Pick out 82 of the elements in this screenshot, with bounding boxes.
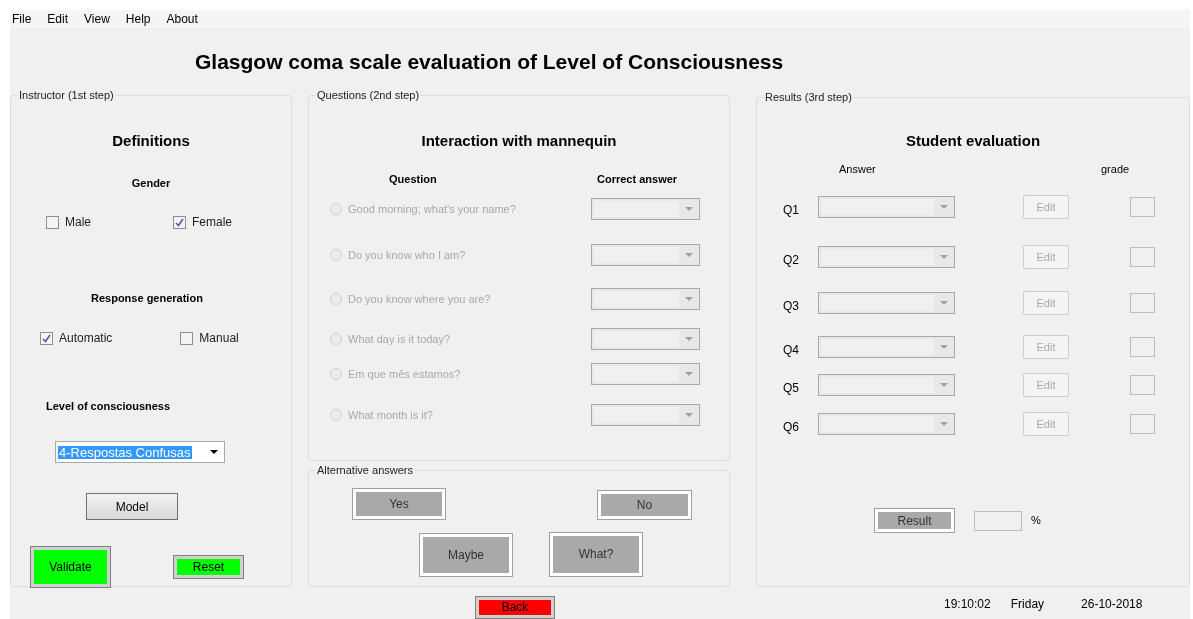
dropdown[interactable]	[818, 196, 955, 218]
question-text: Good morning; what's your name?	[348, 201, 517, 217]
question-label: Q3	[783, 298, 800, 315]
dropdown[interactable]	[818, 413, 955, 435]
checkbox[interactable]	[180, 331, 194, 345]
question-text: Do you know who I am?	[348, 247, 467, 263]
dropdown[interactable]: 4-Respostas Confusas	[55, 441, 225, 463]
dropdown[interactable]	[818, 374, 955, 396]
menu-item[interactable]: Help	[125, 10, 151, 28]
grade-field[interactable]	[1130, 293, 1155, 313]
time-label: 19:10:02	[944, 596, 991, 613]
caret-icon	[685, 253, 693, 257]
question-label: Q6	[783, 419, 800, 436]
column-header: Correct answer	[597, 171, 678, 187]
grade-field[interactable]	[1130, 247, 1155, 267]
question-text: What day is it today?	[348, 331, 452, 347]
caret-icon	[685, 413, 693, 417]
caret-icon	[940, 383, 948, 387]
result-field[interactable]	[974, 510, 1022, 531]
caret-icon	[940, 205, 948, 209]
question-text: Do you know where you are?	[348, 291, 492, 307]
answer-button[interactable]: No	[598, 490, 691, 519]
validate-button[interactable]: Validate	[31, 547, 110, 587]
caret-icon	[940, 345, 948, 349]
menu-item[interactable]: About	[166, 10, 198, 28]
caret-icon	[685, 207, 693, 211]
menu-item[interactable]: Edit	[47, 10, 69, 28]
checkbox[interactable]	[173, 215, 186, 229]
menu-item[interactable]: File	[12, 10, 32, 28]
date-label: 26-10-2018	[1081, 596, 1143, 613]
caret-icon	[210, 450, 218, 454]
column-header: grade	[1101, 161, 1130, 177]
column-header: Answer	[839, 161, 877, 177]
field-label: Response generation	[91, 292, 203, 304]
question-label: Q2	[783, 252, 800, 269]
menu-item[interactable]: View	[84, 10, 110, 28]
result-button[interactable]: Result	[875, 509, 954, 532]
dropdown[interactable]	[818, 292, 955, 314]
answer-button[interactable]: What?	[550, 532, 642, 576]
reset-button[interactable]: Reset	[174, 556, 243, 578]
answer-button[interactable]: Yes	[353, 488, 445, 519]
question-label: Q4	[783, 342, 800, 359]
dropdown[interactable]	[818, 246, 955, 268]
dropdown[interactable]	[591, 328, 700, 350]
grade-field[interactable]	[1130, 197, 1155, 217]
day-label: Friday	[1010, 596, 1045, 613]
field-label: Level of consciousness	[46, 400, 171, 412]
dropdown[interactable]	[591, 363, 700, 385]
grade-field[interactable]	[1130, 375, 1155, 395]
caret-icon	[685, 337, 693, 341]
checkbox-label: Male	[65, 214, 91, 231]
caret-icon	[940, 255, 948, 259]
question-label: Q5	[783, 380, 800, 397]
caret-icon	[685, 372, 693, 376]
dropdown[interactable]	[591, 288, 700, 310]
question-label: Q1	[783, 202, 800, 219]
caret-icon	[685, 297, 693, 301]
back-button[interactable]: Back	[476, 596, 554, 618]
dropdown[interactable]	[591, 198, 700, 220]
checkbox-label: Manual	[199, 330, 239, 347]
section-heading: Student evaluation	[905, 131, 1041, 151]
dropdown[interactable]	[818, 336, 955, 358]
section-heading: Interaction with mannequin	[421, 131, 617, 151]
page-title: Glasgow coma scale evaluation of Level of Consciousness	[195, 48, 784, 75]
dropdown[interactable]	[591, 404, 700, 426]
field-label: Gender	[131, 175, 171, 191]
checkbox-label: Automatic	[59, 330, 113, 347]
model-button[interactable]: Model	[86, 493, 178, 520]
question-text: What month is it?	[348, 407, 434, 423]
checkbox[interactable]	[40, 331, 53, 345]
grade-field[interactable]	[1130, 337, 1155, 357]
caret-icon	[940, 422, 948, 426]
checkbox[interactable]	[46, 215, 59, 229]
grade-field[interactable]	[1130, 414, 1155, 434]
percent-label: %	[1031, 513, 1041, 529]
checkbox-label: Female	[192, 214, 233, 231]
dropdown[interactable]	[591, 244, 700, 266]
question-text: Em que mês estamos?	[348, 366, 462, 382]
column-header: Question	[389, 171, 438, 187]
caret-icon	[940, 301, 948, 305]
answer-button[interactable]: Maybe	[420, 533, 512, 576]
section-heading: Definitions	[112, 131, 190, 151]
